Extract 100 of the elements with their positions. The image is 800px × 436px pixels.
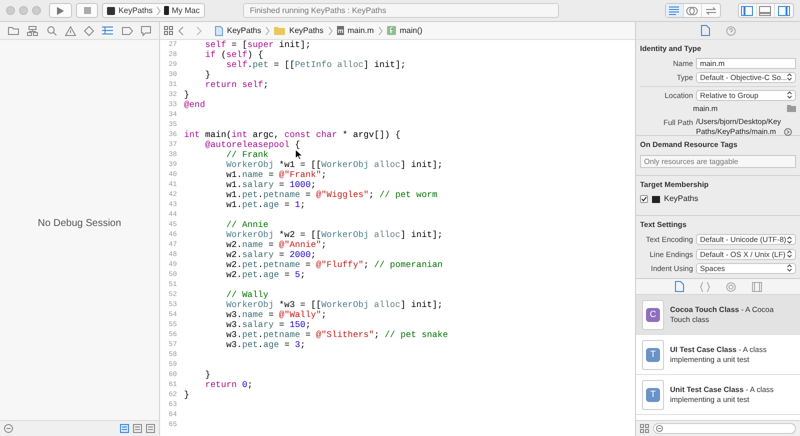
code-line: @autoreleasepool { (204, 140, 300, 150)
view-mode-icon[interactable] (146, 424, 155, 433)
help-icon[interactable] (726, 26, 736, 36)
destination-name[interactable]: My Mac (172, 4, 200, 16)
stop-button[interactable] (76, 3, 98, 18)
code-line: @end (184, 100, 206, 110)
code-line: w3.pet.age = 3; (225, 340, 306, 350)
back-icon[interactable] (177, 26, 185, 36)
braces-icon[interactable] (700, 282, 710, 292)
view-toggle-control[interactable] (738, 3, 794, 18)
stepper-arrows-icon (787, 91, 792, 100)
chevron-icon (378, 26, 383, 36)
film-icon[interactable] (752, 282, 762, 292)
document-icon[interactable] (674, 281, 684, 292)
code-line: w2.pet.petname = @"Fluffy"; // pomeranian (225, 260, 443, 270)
code-line: WorkerObj *w2 = [[WorkerObj alloc] init]; (225, 230, 443, 240)
code-line: } (184, 90, 190, 100)
code-line: if (self) { (204, 50, 264, 60)
code-line: WorkerObj *w1 = [[WorkerObj alloc] init]; (225, 160, 443, 170)
filter-icon (656, 425, 663, 432)
forward-icon[interactable] (195, 26, 203, 36)
letter-badge: T (646, 348, 660, 362)
code-line: WorkerObj *w3 = [[WorkerObj alloc] init]; (225, 300, 443, 310)
chevron-icon (265, 26, 270, 36)
code-line: w2.name = @"Annie"; (225, 240, 327, 250)
document-icon (215, 26, 223, 36)
mac-icon (164, 6, 169, 15)
code-line: w3.salary = 150; (225, 320, 311, 330)
code-line: // Wally (225, 290, 268, 300)
code-line: // Annie (225, 220, 268, 230)
search-icon[interactable] (46, 26, 57, 36)
minimize-button[interactable] (19, 6, 28, 15)
breadcrumb-item[interactable]: KeyPaths (227, 24, 262, 36)
run-button[interactable] (49, 3, 72, 18)
code-line: } (184, 390, 190, 400)
breadcrumb-item[interactable]: main() (400, 24, 422, 36)
code-line: w1.salary = 1000; (225, 180, 316, 190)
hierarchy-icon[interactable] (27, 26, 38, 36)
stepper-arrows-icon (787, 236, 792, 244)
reveal-arrow-icon[interactable] (784, 128, 792, 136)
code-line: w2.pet.age = 5; (225, 270, 306, 280)
grid-icon[interactable] (164, 26, 173, 35)
linked-circles-icon[interactable] (686, 6, 698, 16)
code-line: self = [super init]; (204, 40, 311, 50)
swap-arrows-icon[interactable] (704, 6, 717, 16)
text-lines-icon[interactable] (669, 6, 680, 15)
grid-icon[interactable] (640, 424, 649, 433)
view-mode-icon[interactable] (120, 424, 129, 433)
play-icon (56, 6, 64, 14)
code-line: w1.pet.age = 1; (225, 200, 306, 210)
view-mode-icon[interactable] (133, 424, 142, 433)
chevron-icon (156, 6, 161, 16)
folder-icon[interactable] (8, 26, 20, 35)
filter-icon[interactable] (4, 424, 13, 433)
debug-lines-icon[interactable] (102, 26, 114, 35)
close-button[interactable] (6, 6, 15, 15)
code-line: w1.name = @"Frank"; (225, 170, 327, 180)
app-icon (107, 6, 116, 14)
letter-badge: C (646, 308, 660, 322)
code-line: self.pet = [[PetInfo alloc] init]; (225, 60, 406, 70)
left-panel-icon[interactable] (741, 6, 754, 16)
editor-mode-control[interactable] (664, 3, 721, 18)
checkbox[interactable] (640, 195, 648, 204)
code-line: w3.pet.petname = @"Slithers"; // pet snake (225, 330, 448, 340)
folder-icon[interactable] (787, 105, 796, 112)
mouse-pointer-icon (295, 149, 302, 160)
scheme-name[interactable]: KeyPaths (118, 4, 153, 16)
document-icon[interactable] (700, 25, 710, 36)
empty-state-message: No Debug Session (38, 216, 122, 230)
code-line: w3.name = @"Wally"; (225, 310, 327, 320)
stepper-arrows-icon (787, 73, 792, 82)
stepper-arrows-icon (787, 264, 792, 272)
filter-field[interactable] (653, 423, 796, 434)
target-name[interactable]: KeyPaths (664, 193, 698, 206)
breadcrumb-item[interactable]: main.m (348, 24, 374, 36)
right-panel-icon[interactable] (778, 6, 790, 16)
breadcrumb-item[interactable]: KeyPaths (289, 24, 324, 36)
bottom-panel-icon[interactable] (759, 6, 772, 16)
tag-icon[interactable] (122, 26, 133, 34)
stop-icon (84, 7, 91, 14)
diamond-icon[interactable] (84, 26, 94, 36)
code-line: } (204, 370, 210, 380)
code-line: return 0; (204, 380, 253, 390)
code-line: w2.salary = 2000; (225, 250, 316, 260)
app-icon (652, 196, 660, 203)
letter-badge: T (646, 388, 660, 402)
code-line: } (204, 70, 210, 80)
function-icon (386, 26, 396, 35)
target-icon[interactable] (726, 282, 736, 292)
speech-bubble-icon[interactable] (140, 26, 151, 36)
code-line: int main(int argc, const char * argv[]) { (184, 130, 400, 140)
code-line: return self; (204, 80, 268, 90)
warning-icon[interactable] (64, 26, 76, 36)
zoom-button[interactable] (32, 6, 41, 15)
chevron-icon (328, 26, 332, 36)
scheme-selector[interactable]: KeyPaths My Mac (102, 3, 205, 18)
m-file-icon (336, 26, 344, 35)
stepper-arrows-icon (787, 250, 792, 258)
code-line: w1.pet.petname = @"Wiggles"; // pet worm (225, 190, 438, 200)
code-line: // Frank (225, 150, 268, 160)
